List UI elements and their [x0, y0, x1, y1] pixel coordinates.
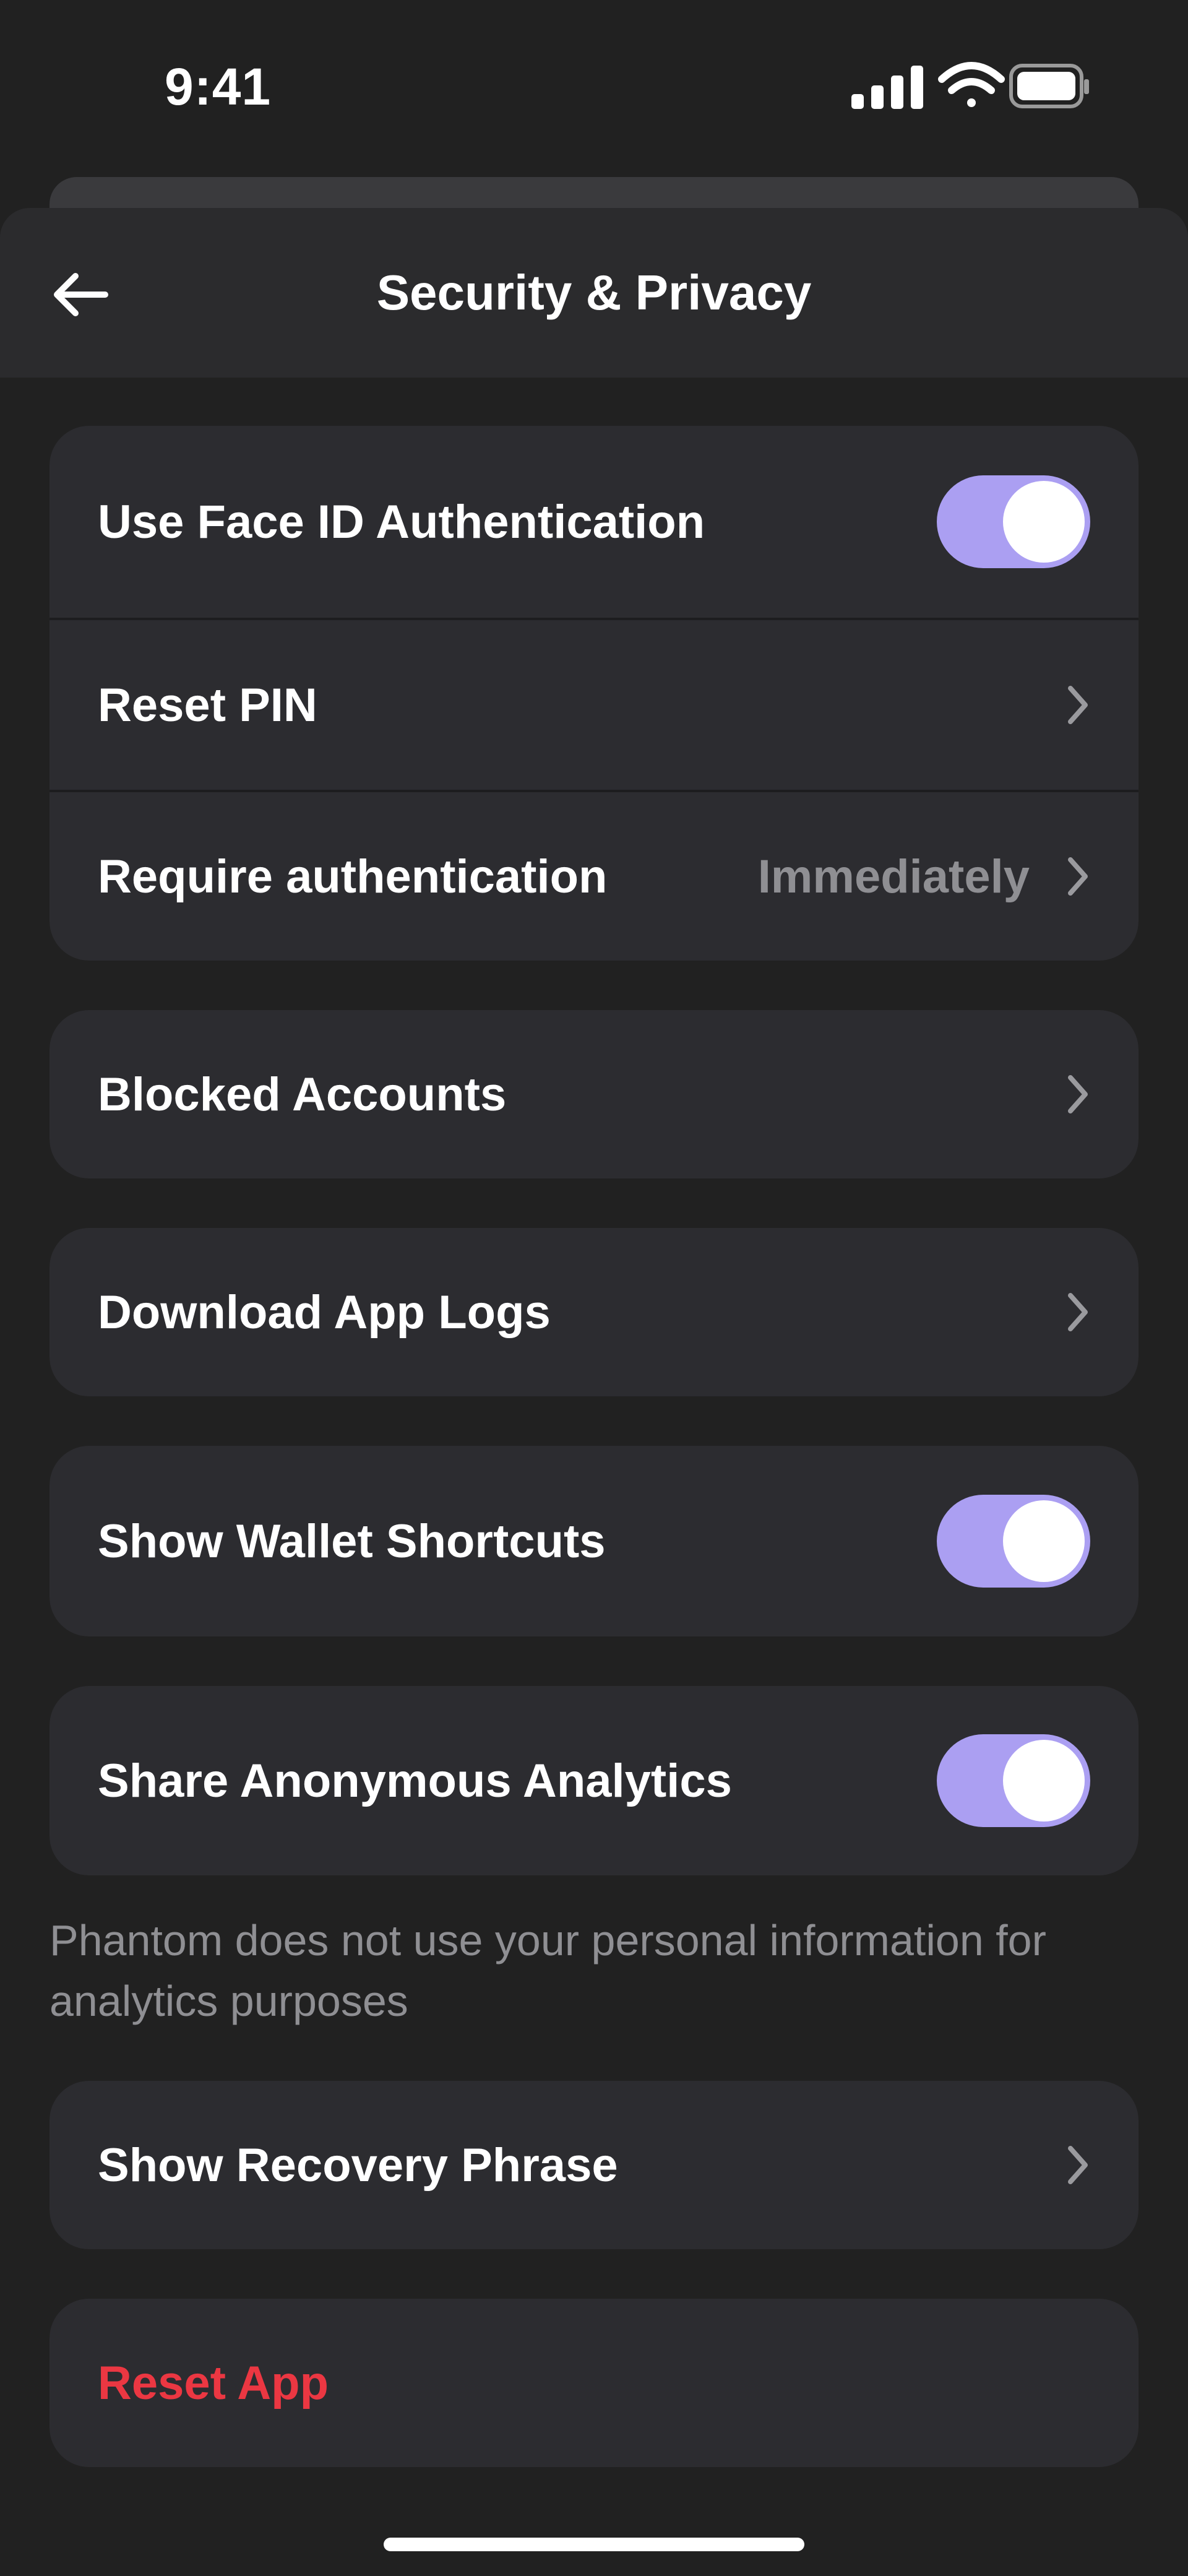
reset-app-label: Reset App: [98, 2356, 329, 2410]
wallet-shortcuts-card: Show Wallet Shortcuts: [50, 1446, 1138, 1636]
reset-app-button[interactable]: Reset App: [50, 2299, 1138, 2467]
require-authentication-label: Require authentication: [98, 850, 608, 903]
home-indicator[interactable]: [384, 2538, 804, 2551]
wallet-shortcuts-label: Show Wallet Shortcuts: [98, 1515, 606, 1568]
analytics-label: Share Anonymous Analytics: [98, 1754, 732, 1807]
face-id-label: Use Face ID Authentication: [98, 495, 705, 548]
chevron-right-icon: [1059, 852, 1096, 901]
download-app-logs-content: Download App Logs: [50, 1228, 1138, 1396]
wallet-shortcuts-toggle[interactable]: [937, 1495, 1090, 1588]
toggle-knob: [1003, 1740, 1085, 1822]
blocked-accounts-content: Blocked Accounts: [50, 1010, 1138, 1178]
status-time: 9:41: [165, 58, 272, 116]
recovery-phrase-row[interactable]: Show Recovery Phrase: [50, 2081, 1138, 2249]
analytics-card: Share Anonymous Analytics: [50, 1686, 1138, 1875]
chevron-right-icon: [1059, 2140, 1096, 2190]
navigation-bar: Security & Privacy: [0, 208, 1188, 378]
require-authentication-row[interactable]: Require authentication Immediately: [50, 792, 1138, 961]
wallet-shortcuts-row: Show Wallet Shortcuts: [50, 1446, 1138, 1636]
status-icons: [851, 62, 1089, 109]
toggle-knob: [1003, 481, 1085, 563]
recovery-phrase-content: Show Recovery Phrase: [50, 2081, 1138, 2249]
recovery-phrase-label: Show Recovery Phrase: [98, 2138, 618, 2192]
wifi-icon: [938, 62, 1005, 107]
battery-icon: [1009, 64, 1089, 108]
back-button[interactable]: [43, 264, 118, 326]
reset-pin-row[interactable]: Reset PIN: [50, 620, 1138, 790]
page-title: Security & Privacy: [376, 265, 812, 320]
reset-app-content: Reset App: [50, 2299, 1138, 2467]
authentication-card: Use Face ID Authentication Reset PIN Req…: [50, 426, 1138, 961]
status-bar: 9:41: [0, 0, 1188, 173]
chevron-right-icon: [1059, 1287, 1096, 1337]
download-app-logs-row[interactable]: Download App Logs: [50, 1228, 1138, 1396]
blocked-accounts-row[interactable]: Blocked Accounts: [50, 1010, 1138, 1178]
toggle-knob: [1003, 1500, 1085, 1582]
face-id-row: Use Face ID Authentication: [50, 426, 1138, 618]
analytics-toggle[interactable]: [937, 1734, 1090, 1827]
face-id-toggle[interactable]: [937, 475, 1090, 568]
blocked-accounts-label: Blocked Accounts: [98, 1068, 507, 1121]
analytics-helper-text: Phantom does not use your personal infor…: [50, 1916, 1046, 2025]
reset-pin-label: Reset PIN: [98, 678, 317, 732]
cellular-signal-icon: [851, 66, 923, 109]
analytics-row: Share Anonymous Analytics: [50, 1686, 1138, 1875]
download-app-logs-label: Download App Logs: [98, 1286, 551, 1339]
chevron-right-icon: [1059, 680, 1096, 730]
chevron-right-icon: [1059, 1070, 1096, 1119]
require-authentication-value: Immediately: [757, 850, 1030, 903]
arrow-left-icon: [54, 273, 108, 316]
